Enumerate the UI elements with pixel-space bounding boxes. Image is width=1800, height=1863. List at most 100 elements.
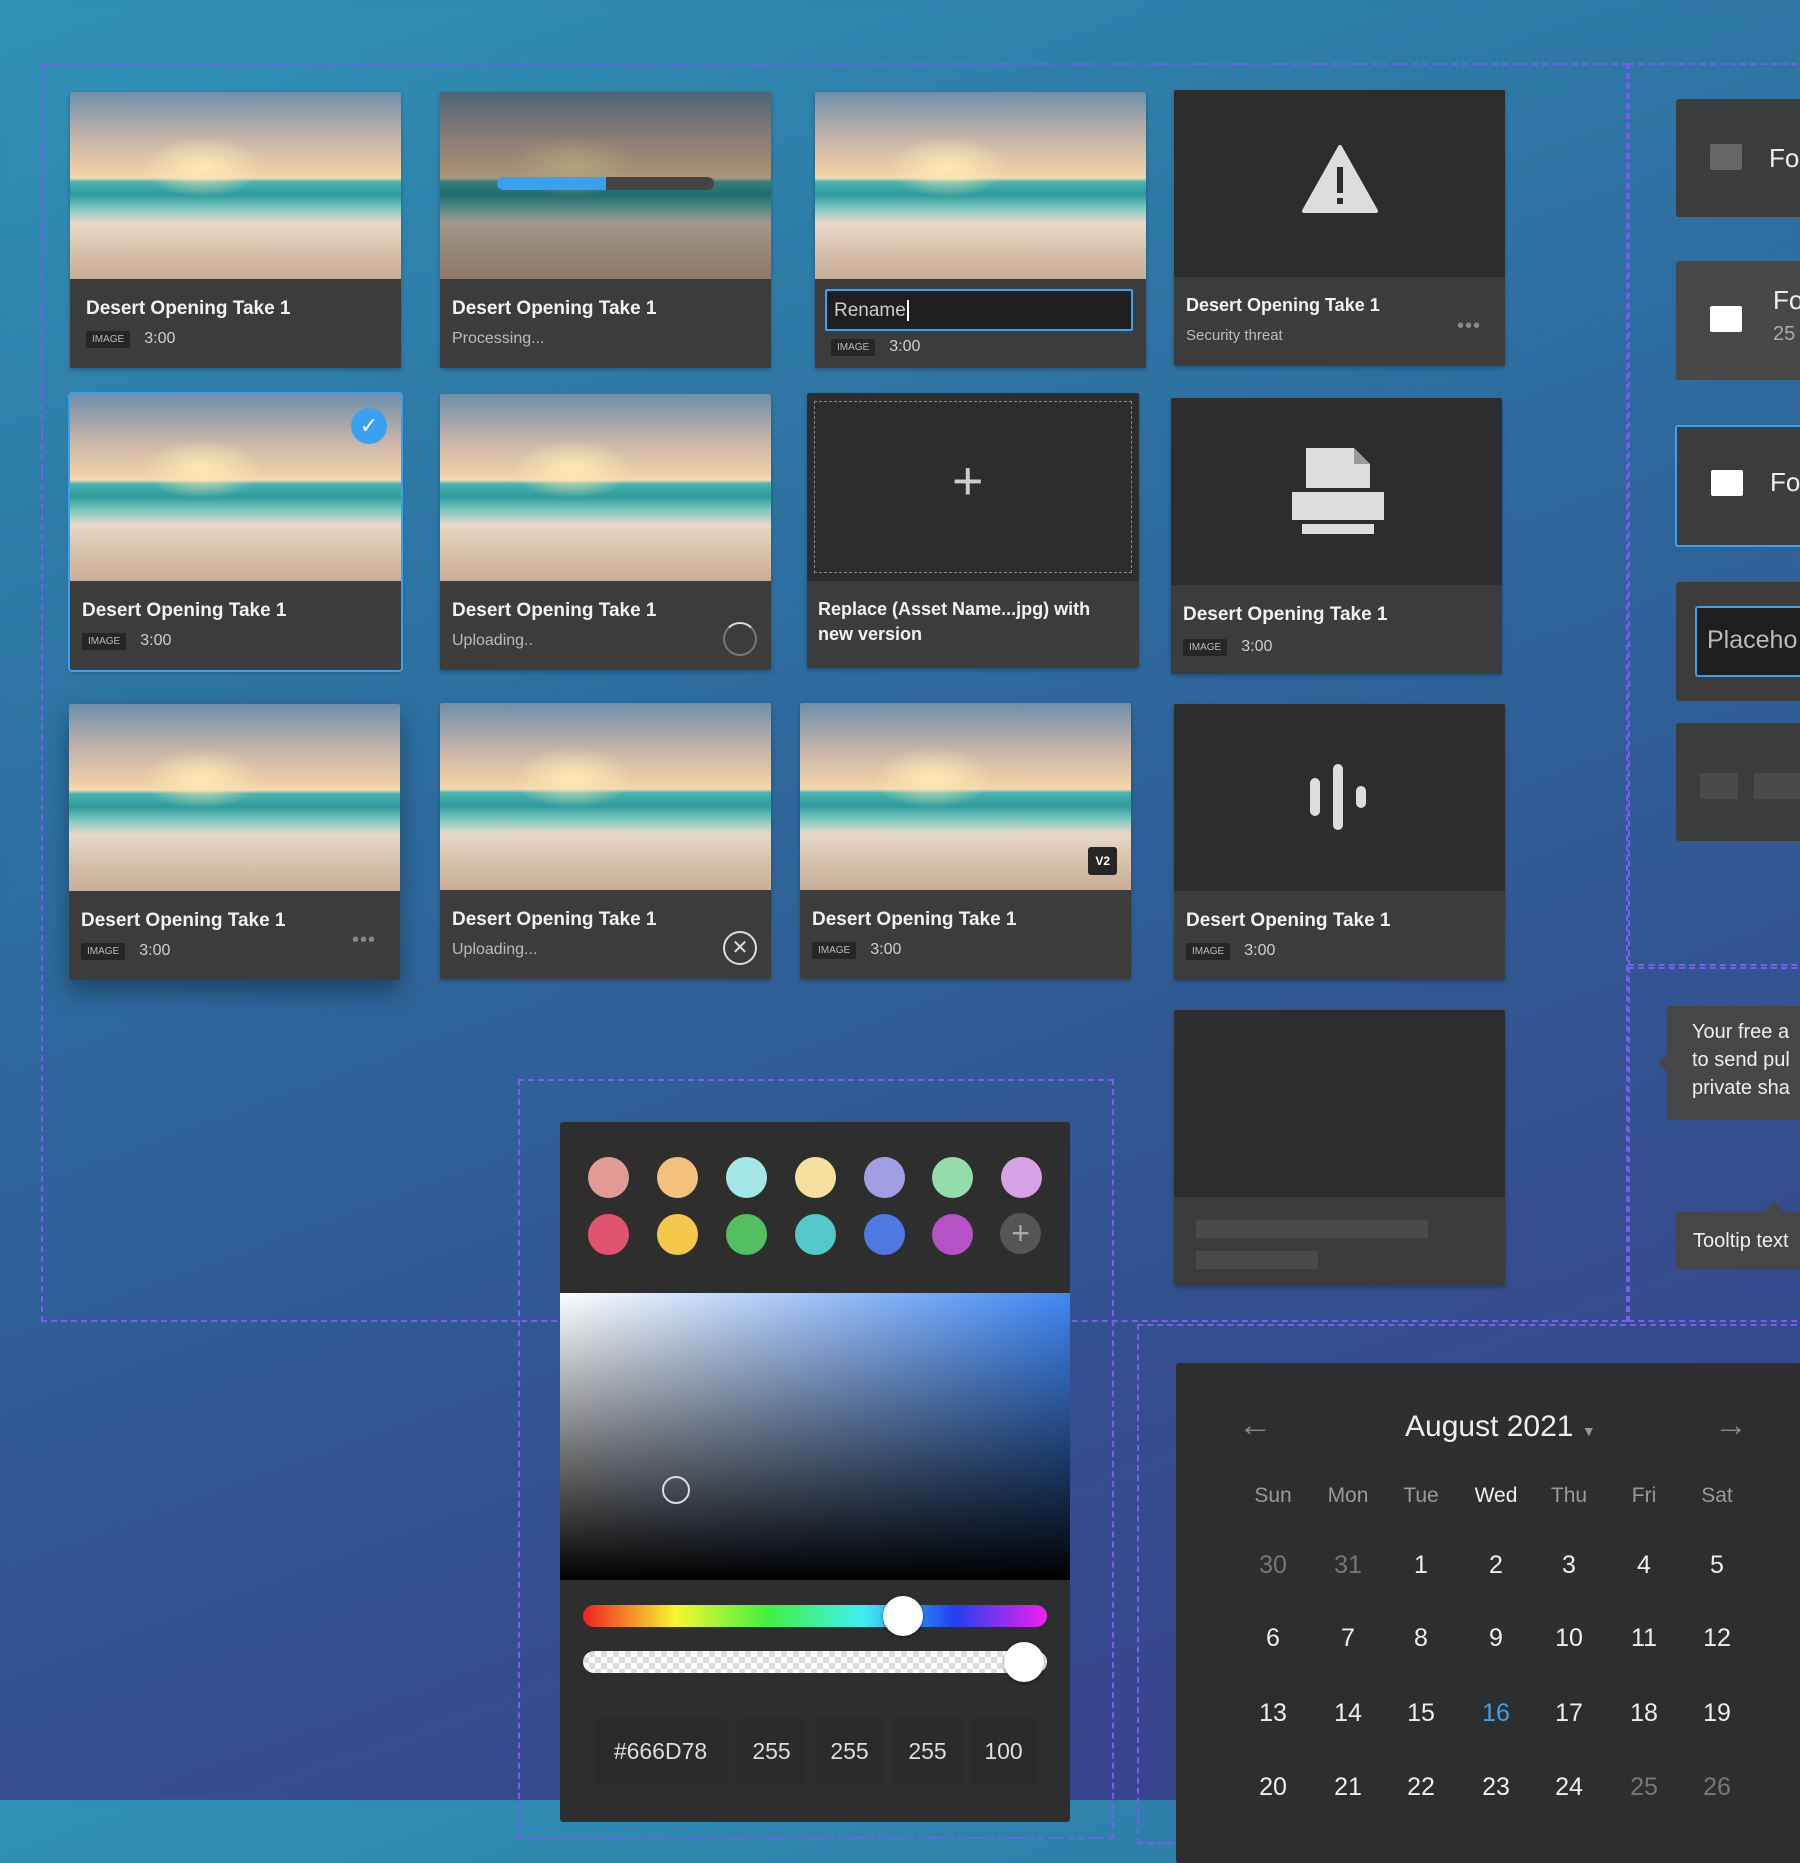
folder-item-disabled[interactable]: Fo (1676, 99, 1800, 217)
hue-slider[interactable] (583, 1596, 1047, 1636)
asset-card-uploading-cancel[interactable]: Desert Opening Take 1 Uploading... ✕ (440, 703, 771, 979)
color-swatch[interactable] (726, 1157, 767, 1198)
asset-title: Desert Opening Take 1 (452, 298, 657, 319)
color-cursor[interactable] (662, 1476, 690, 1504)
calendar-day[interactable]: 20 (1238, 1773, 1308, 1802)
tooltip-text: Tooltip text (1693, 1230, 1789, 1252)
asset-card-document[interactable]: Desert Opening Take 1 IMAGE 3:00 (1171, 398, 1502, 674)
calendar-day[interactable]: 17 (1534, 1699, 1604, 1728)
color-swatch[interactable] (657, 1214, 698, 1255)
month-selector[interactable]: August 2021 ▼ (1405, 1410, 1596, 1444)
folder-name-input[interactable]: Placeho (1695, 606, 1800, 677)
color-swatch[interactable] (932, 1214, 973, 1255)
color-swatch[interactable] (657, 1157, 698, 1198)
tooltip-short: Tooltip text (1676, 1202, 1800, 1270)
calendar-day[interactable]: 3 (1534, 1551, 1604, 1580)
checkmark-icon[interactable]: ✓ (351, 408, 387, 444)
calendar-day[interactable]: 13 (1238, 1699, 1308, 1728)
color-swatch[interactable] (588, 1157, 629, 1198)
calendar-day[interactable]: 2 (1461, 1551, 1531, 1580)
folder-item[interactable]: Fo 25 (1676, 261, 1800, 380)
add-swatch-button[interactable]: + (1000, 1213, 1041, 1254)
calendar-day[interactable]: 31 (1313, 1551, 1383, 1580)
alpha-slider-handle[interactable] (1003, 1642, 1044, 1682)
asset-card-uploading[interactable]: Desert Opening Take 1 Uploading.. (440, 394, 771, 670)
red-input[interactable]: 255 (737, 1718, 806, 1785)
asset-card-versioned[interactable]: V2 Desert Opening Take 1 IMAGE 3:00 (800, 703, 1131, 979)
calendar-day[interactable]: 24 (1534, 1773, 1604, 1802)
asset-card-hover[interactable]: Desert Opening Take 1 IMAGE 3:00 ••• (69, 704, 400, 980)
plus-icon: + (952, 451, 984, 511)
asset-card-audio[interactable]: Desert Opening Take 1 IMAGE 3:00 (1174, 704, 1505, 980)
asset-card-processing[interactable]: Desert Opening Take 1 Processing... (440, 92, 771, 368)
calendar-day[interactable]: 15 (1386, 1699, 1456, 1728)
calendar-day[interactable]: 30 (1238, 1551, 1308, 1580)
saturation-brightness-area[interactable] (560, 1293, 1070, 1580)
calendar-day[interactable]: 12 (1682, 1624, 1752, 1653)
type-tag: IMAGE (1183, 638, 1228, 656)
folder-icon (1711, 470, 1743, 496)
folder-name: Fo (1773, 285, 1800, 315)
folder-rename-panel: Placeho (1676, 582, 1800, 701)
calendar-day[interactable]: 16 (1461, 1699, 1531, 1728)
green-input[interactable]: 255 (815, 1718, 884, 1785)
cancel-upload-icon[interactable]: ✕ (723, 931, 757, 965)
color-swatch[interactable] (864, 1214, 905, 1255)
blue-input[interactable]: 255 (893, 1718, 962, 1785)
thumbnail-image (69, 704, 400, 891)
hue-slider-handle[interactable] (883, 1596, 924, 1636)
asset-card-threat[interactable]: Desert Opening Take 1 Security threat ••… (1174, 90, 1505, 366)
calendar-day[interactable]: 7 (1313, 1624, 1383, 1653)
color-swatch[interactable] (726, 1214, 767, 1255)
type-tag: IMAGE (82, 632, 127, 650)
calendar-day[interactable]: 5 (1682, 1551, 1752, 1580)
calendar-day[interactable]: 9 (1461, 1624, 1531, 1653)
duration: 3:00 (139, 942, 171, 959)
type-tag: IMAGE (812, 941, 857, 959)
thumbnail-image (440, 394, 771, 581)
color-swatch[interactable] (932, 1157, 973, 1198)
replace-version-card[interactable]: + Replace (Asset Name...jpg) with new ve… (807, 393, 1139, 668)
calendar-day[interactable]: 14 (1313, 1699, 1383, 1728)
color-swatch[interactable] (795, 1157, 836, 1198)
weekday-label: Mon (1327, 1484, 1369, 1507)
calendar-day[interactable]: 18 (1609, 1699, 1679, 1728)
version-badge: V2 (1088, 847, 1117, 875)
status-text: Security threat (1186, 327, 1283, 344)
calendar-day[interactable]: 8 (1386, 1624, 1456, 1653)
prev-month-arrow-icon[interactable]: ← (1238, 1406, 1272, 1445)
audio-icon (1310, 764, 1366, 830)
calendar-day[interactable]: 21 (1313, 1773, 1383, 1802)
asset-card[interactable]: Desert Opening Take 1 IMAGE 3:00 (70, 92, 401, 368)
asset-title: Desert Opening Take 1 (452, 909, 657, 930)
asset-card-rename[interactable]: Rename IMAGE 3:00 (815, 92, 1146, 368)
color-swatch[interactable] (1001, 1157, 1042, 1198)
calendar-day[interactable]: 23 (1461, 1773, 1531, 1802)
alpha-slider[interactable] (583, 1642, 1047, 1682)
hex-input[interactable]: #666D78 (594, 1718, 727, 1785)
color-swatch[interactable] (795, 1214, 836, 1255)
asset-title: Desert Opening Take 1 (452, 600, 657, 621)
more-options-icon[interactable]: ••• (1457, 315, 1481, 338)
skeleton-card (1174, 1010, 1505, 1286)
calendar-day[interactable]: 1 (1386, 1551, 1456, 1580)
folder-count: 25 (1773, 323, 1796, 345)
calendar-day[interactable]: 26 (1682, 1773, 1752, 1802)
calendar-day[interactable]: 4 (1609, 1551, 1679, 1580)
calendar-day[interactable]: 6 (1238, 1624, 1308, 1653)
rename-input[interactable]: Rename (825, 289, 1133, 331)
color-swatch[interactable] (864, 1157, 905, 1198)
asset-card-selected[interactable]: ✓ Desert Opening Take 1 IMAGE 3:00 (68, 392, 403, 672)
calendar-day[interactable]: 22 (1386, 1773, 1456, 1802)
calendar-day[interactable]: 25 (1609, 1773, 1679, 1802)
calendar-day[interactable]: 11 (1609, 1624, 1679, 1653)
folder-item-selected[interactable]: Fo (1675, 425, 1800, 547)
color-swatch[interactable] (588, 1214, 629, 1255)
next-month-arrow-icon[interactable]: → (1714, 1406, 1748, 1445)
alpha-input[interactable]: 100 (970, 1718, 1037, 1785)
folder-name: Fo (1769, 143, 1800, 173)
calendar-day[interactable]: 10 (1534, 1624, 1604, 1653)
tooltip-line: private sha (1692, 1077, 1790, 1099)
calendar-day[interactable]: 19 (1682, 1699, 1752, 1728)
more-options-icon[interactable]: ••• (352, 929, 376, 952)
